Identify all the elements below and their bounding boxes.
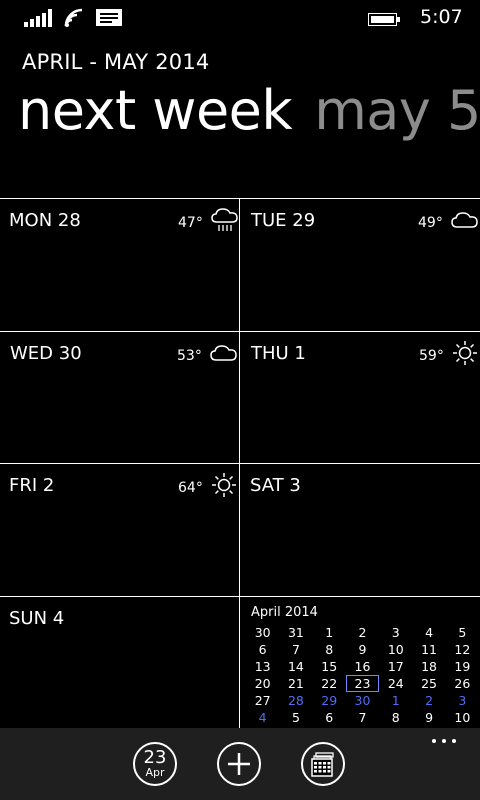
- day-label: FRI 2: [9, 475, 55, 496]
- calendar-week-row: 4 5 6 7 8 9 10: [246, 709, 479, 726]
- signal-strength-icon: [24, 9, 54, 27]
- calendar-date[interactable]: 11: [412, 641, 445, 658]
- calendar-date-in-range[interactable]: 2: [412, 692, 445, 709]
- calendar-date[interactable]: 8: [313, 641, 346, 658]
- day-label: SUN 4: [9, 608, 65, 629]
- day-cell-sat-3[interactable]: SAT 3: [240, 464, 480, 596]
- cloud-icon: [210, 343, 238, 367]
- calendar-date[interactable]: 2: [346, 624, 379, 641]
- calendar-date-today[interactable]: 23: [345, 675, 380, 692]
- calendar-date[interactable]: 22: [313, 675, 346, 692]
- calendar-date[interactable]: 17: [379, 658, 412, 675]
- battery-icon: [368, 11, 400, 26]
- calendar-date[interactable]: 19: [446, 658, 479, 675]
- calendar-date-in-range[interactable]: 30: [346, 692, 379, 709]
- calendar-date[interactable]: 4: [412, 624, 445, 641]
- day-label: TUE 29: [251, 210, 316, 231]
- message-icon: [96, 9, 122, 26]
- calendar-date[interactable]: 18: [412, 658, 445, 675]
- calendar-date[interactable]: 30: [246, 624, 279, 641]
- add-icon: [228, 753, 250, 775]
- day-cell-wed-30[interactable]: WED 30 53°: [0, 332, 239, 463]
- app-bar: 23 Apr: [0, 728, 480, 800]
- sun-icon: [452, 340, 478, 370]
- day-label: WED 30: [10, 343, 82, 364]
- clock: 5:07: [420, 6, 463, 28]
- calendar-week-row: 20 21 22 23 24 25 26: [246, 675, 479, 692]
- calendar-date[interactable]: 25: [412, 675, 445, 692]
- calendar-date[interactable]: 8: [379, 709, 412, 726]
- calendar-date-in-range[interactable]: 1: [379, 692, 412, 709]
- calendar-view-icon: [311, 752, 334, 777]
- today-day-number: 23: [143, 747, 167, 768]
- calendar-date[interactable]: 21: [279, 675, 312, 692]
- day-cell-sun-4[interactable]: SUN 4: [0, 597, 239, 728]
- calendar-date-in-range[interactable]: 3: [446, 692, 479, 709]
- date-range-title: APRIL - MAY 2014: [22, 50, 210, 74]
- calendar-date[interactable]: 9: [412, 709, 445, 726]
- calendar-date-in-range[interactable]: 28: [279, 692, 312, 709]
- calendar-date[interactable]: 3: [379, 624, 412, 641]
- ellipsis-icon[interactable]: [430, 736, 460, 746]
- day-cell-fri-2[interactable]: FRI 2 64°: [0, 464, 239, 596]
- calendar-date[interactable]: 16: [346, 658, 379, 675]
- temperature: 53°: [177, 348, 202, 364]
- weather-info: 64°: [178, 472, 237, 502]
- calendar-date[interactable]: 27: [246, 692, 279, 709]
- rain-icon: [211, 207, 239, 237]
- temperature: 59°: [419, 348, 444, 364]
- calendar-view-button[interactable]: [301, 742, 345, 786]
- add-event-button[interactable]: [217, 742, 261, 786]
- calendar-date[interactable]: 6: [246, 641, 279, 658]
- calendar-date[interactable]: 12: [446, 641, 479, 658]
- calendar-date-in-range[interactable]: 4: [246, 709, 279, 726]
- calendar-week-row: 30 31 1 2 3 4 5: [246, 624, 479, 641]
- today-button[interactable]: 23 Apr: [133, 742, 177, 786]
- sun-icon: [211, 472, 237, 502]
- mini-month-calendar[interactable]: April 2014 30 31 1 2 3 4 5 6 7 8 9 10 11…: [240, 597, 480, 728]
- calendar-date[interactable]: 26: [446, 675, 479, 692]
- day-label: THU 1: [251, 343, 306, 364]
- calendar-date[interactable]: 13: [246, 658, 279, 675]
- day-cell-mon-28[interactable]: MON 28 47°: [0, 199, 239, 331]
- calendar-date[interactable]: 9: [346, 641, 379, 658]
- calendar-date[interactable]: 14: [279, 658, 312, 675]
- calendar-date[interactable]: 20: [246, 675, 279, 692]
- pivot-header: next weekmay 5m: [18, 79, 480, 149]
- calendar-date-in-range[interactable]: 29: [313, 692, 346, 709]
- day-cell-tue-29[interactable]: TUE 29 49°: [240, 199, 480, 331]
- calendar-date[interactable]: 7: [279, 641, 312, 658]
- day-cell-thu-1[interactable]: THU 1 59°: [240, 332, 480, 463]
- calendar-date[interactable]: 31: [279, 624, 312, 641]
- weather-info: 47°: [178, 207, 239, 237]
- calendar-date[interactable]: 7: [346, 709, 379, 726]
- day-label: MON 28: [9, 210, 81, 231]
- weather-info: 59°: [419, 340, 478, 370]
- temperature: 47°: [178, 215, 203, 231]
- calendar-week-row: 6 7 8 9 10 11 12: [246, 641, 479, 658]
- calendar-week-row: 13 14 15 16 17 18 19: [246, 658, 479, 675]
- calendar-date[interactable]: 24: [379, 675, 412, 692]
- today-month: Apr: [145, 766, 165, 779]
- temperature: 49°: [418, 215, 443, 231]
- calendar-week-row: 27 28 29 30 1 2 3: [246, 692, 479, 709]
- wifi-icon: [64, 8, 86, 28]
- calendar-date[interactable]: 10: [379, 641, 412, 658]
- status-bar: 5:07: [0, 0, 480, 34]
- calendar-date[interactable]: 1: [313, 624, 346, 641]
- pivot-item-may-5[interactable]: may 5: [314, 79, 480, 142]
- weather-info: 53°: [177, 342, 238, 368]
- calendar-date[interactable]: 10: [446, 709, 479, 726]
- temperature: 64°: [178, 480, 203, 496]
- day-label: SAT 3: [250, 475, 301, 496]
- calendar-date[interactable]: 5: [446, 624, 479, 641]
- mini-calendar-title: April 2014: [251, 605, 318, 620]
- cloud-icon: [451, 210, 479, 234]
- calendar-date[interactable]: 5: [279, 709, 312, 726]
- pivot-item-next-week[interactable]: next week: [18, 79, 293, 142]
- weather-info: 49°: [418, 209, 479, 235]
- calendar-date[interactable]: 6: [313, 709, 346, 726]
- calendar-date[interactable]: 15: [313, 658, 346, 675]
